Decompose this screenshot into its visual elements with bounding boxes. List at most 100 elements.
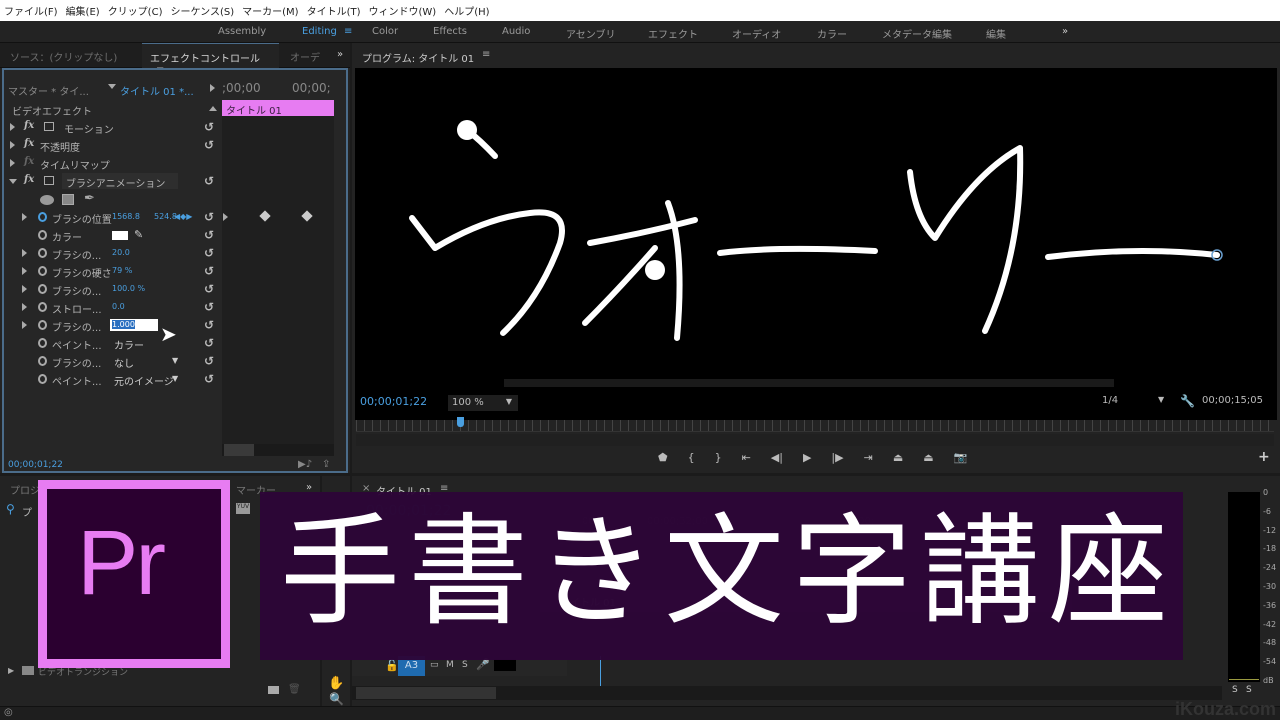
hand-tool-icon[interactable]: ✋ [328,676,344,691]
program-timecode[interactable]: 00;00;01;22 [360,395,427,408]
settings-wrench-icon[interactable]: 🔧 [1180,394,1195,408]
workspace-color-jp[interactable]: カラー [817,26,847,41]
reset-icon[interactable]: ↺ [204,301,216,313]
expand-icon[interactable] [10,123,15,131]
master-clip-label[interactable]: マスター * タイ... [8,83,89,98]
new-bin-yuv-icon[interactable]: YUV [236,503,250,514]
param-value[interactable]: 0.0 [112,302,125,311]
param-row[interactable]: ストロー... 0.0 ↺ [4,299,222,317]
horizontal-scrollbar[interactable] [222,444,334,456]
step-back-icon[interactable]: ◀| [771,451,783,464]
reset-icon[interactable]: ↺ [204,121,216,133]
expand-icon[interactable] [22,267,27,275]
chevron-down-icon[interactable]: ▼ [172,356,178,365]
stopwatch-icon[interactable] [38,248,47,258]
reset-icon[interactable]: ↺ [204,283,216,295]
reset-icon[interactable]: ↺ [204,229,216,241]
effect-controls-timecode[interactable]: 00;00;01;22 [8,460,63,470]
param-value[interactable]: 1568.8 [112,212,140,221]
keyframe-start-icon[interactable] [223,213,228,221]
workspace-audio[interactable]: Audio [502,26,530,37]
mute-button[interactable]: M [446,660,454,670]
collapse-icon[interactable] [9,179,17,184]
lock-icon[interactable]: 🔓 [385,659,399,672]
zoom-select[interactable]: 100 % ▼ [448,395,518,411]
play-audio-icon[interactable]: ▶♪ [298,459,312,470]
transform-icon[interactable] [44,122,54,131]
param-row[interactable]: ペイント... 元のイメージ ▼ ↺ [4,371,222,389]
clip-bar[interactable]: タイトル 01 [222,100,334,117]
resolution-select[interactable]: 1/4 ▼ [1102,395,1166,411]
new-folder-icon[interactable] [268,686,279,694]
expand-icon[interactable] [10,141,15,149]
program-canvas[interactable] [355,68,1277,420]
param-dropdown[interactable]: なし [114,355,134,370]
search-icon[interactable]: ⚲ [6,502,15,516]
go-to-out-icon[interactable]: ⇥ [864,451,873,464]
param-row[interactable]: ブラシの... 20.0 ↺ [4,245,222,263]
param-value[interactable]: 20.0 [112,248,130,257]
effect-row-brush-animation[interactable]: fx ブラシアニメーション ↺ [4,173,222,191]
param-row[interactable]: ペイント... カラー ↺ [4,335,222,353]
stopwatch-icon[interactable] [38,320,47,330]
param-dropdown[interactable]: カラー [114,337,144,352]
menu-window[interactable]: ウィンドウ(W) [369,3,437,18]
solo-button[interactable]: S [462,660,468,670]
program-scrollbar[interactable] [504,379,1114,387]
playhead[interactable] [456,417,464,427]
param-row[interactable]: ブラシの硬さ 79 % ↺ [4,263,222,281]
expand-icon[interactable]: ▶ [8,666,14,675]
collapse-up-icon[interactable] [209,106,217,111]
button-editor-plus-icon[interactable]: + [1258,449,1270,465]
workspace-effects-jp[interactable]: エフェクト [648,26,698,41]
play-icon[interactable]: ▶ [803,451,811,464]
workspace-audio-jp[interactable]: オーディオ [732,26,781,41]
param-value-input[interactable]: 1.000 [110,319,158,331]
show-timeline-toggle-icon[interactable] [210,84,215,92]
effect-row-opacity[interactable]: fx 不透明度 ↺ [4,137,222,155]
param-row[interactable]: カラー ✎ ↺ [4,227,222,245]
trash-icon[interactable]: 🗑 [288,684,301,695]
workspace-editing-jp[interactable]: 編集 [986,26,1006,41]
step-forward-icon[interactable]: |▶ [831,451,843,464]
eyedropper-icon[interactable]: ✎ [134,228,143,241]
chevron-down-icon[interactable]: ▼ [172,374,178,383]
param-dropdown[interactable]: 元のイメージ [114,373,174,388]
stopwatch-icon[interactable] [38,356,47,366]
zoom-scrollbar[interactable] [356,434,1274,446]
stopwatch-icon[interactable] [38,338,47,348]
expand-icon[interactable] [22,303,27,311]
sequence-clip-label[interactable]: タイトル 01 *... [120,83,194,98]
menu-title[interactable]: タイトル(T) [307,3,361,18]
go-to-in-icon[interactable]: ⇤ [742,451,751,464]
param-row[interactable]: ブラシの位置 1568.8 524.8 ◀◆▶ ↺ [4,209,222,227]
creative-cloud-icon[interactable]: ◎ [4,707,13,718]
effect-row-motion[interactable]: fx モーション ↺ [4,119,222,137]
reset-icon[interactable]: ↺ [204,373,216,385]
extract-icon[interactable]: ⏏ [923,451,933,464]
menu-help[interactable]: ヘルプ(H) [444,3,489,18]
expand-icon[interactable] [22,321,27,329]
param-value[interactable]: 100.0 % [112,284,145,293]
reset-icon[interactable]: ↺ [204,139,216,151]
fx-icon[interactable]: fx [24,120,34,131]
workspace-assembly-jp[interactable]: アセンブリ [566,26,616,41]
reset-icon[interactable]: ↺ [204,265,216,277]
ellipse-mask-icon[interactable] [40,195,54,205]
reset-icon[interactable]: ↺ [204,211,216,223]
menu-edit[interactable]: 編集(E) [66,3,100,18]
workspace-menu-icon[interactable]: ≡ [344,26,352,37]
reset-icon[interactable]: ↺ [204,175,216,187]
fx-icon[interactable]: fx [24,138,34,149]
sync-lock-icon[interactable]: ▭ [430,660,439,670]
timeline-scrollbar[interactable] [352,686,1222,700]
timeline-playhead-line[interactable] [600,656,601,686]
menu-file[interactable]: ファイル(F) [4,3,58,18]
pen-mask-icon[interactable]: ✒ [84,191,95,206]
panel-menu-icon[interactable]: ≡ [482,49,490,60]
export-frame-camera-icon[interactable]: 📷 [954,451,968,464]
stopwatch-icon[interactable] [38,374,47,384]
stopwatch-icon[interactable] [38,230,47,240]
lift-icon[interactable]: ⏏ [893,451,903,464]
zoom-tool-icon[interactable]: 🔍 [329,692,344,706]
